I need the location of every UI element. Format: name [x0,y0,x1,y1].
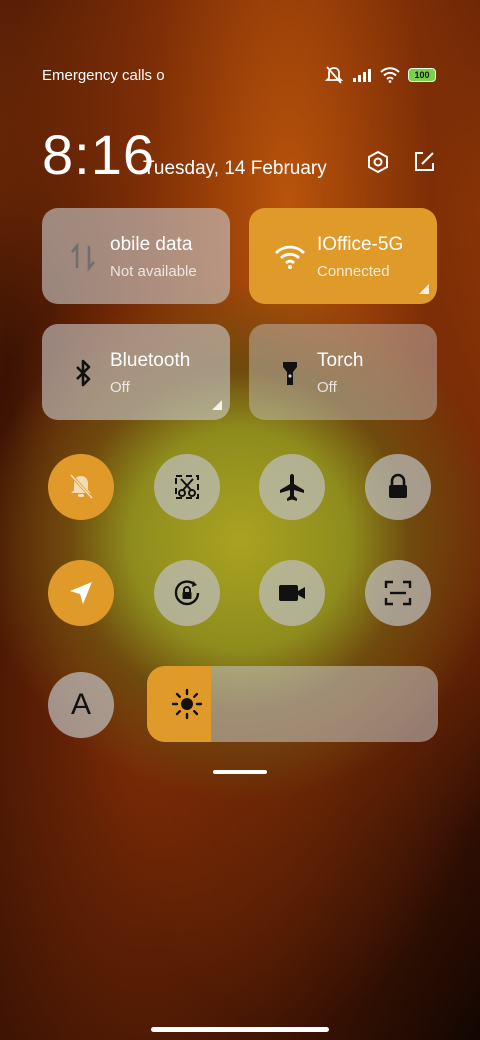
tile-bluetooth[interactable]: Bluetooth Off [42,324,230,420]
scan-icon [384,580,412,606]
torch-icon [273,356,307,390]
location-arrow-icon [70,582,92,604]
toggle-screen-recorder[interactable] [259,560,325,626]
tile-subtitle: Connected [317,263,390,280]
bluetooth-icon [66,356,100,390]
edit-icon[interactable] [412,150,436,174]
brightness-slider[interactable] [147,666,438,742]
toggle-airplane-mode[interactable] [259,454,325,520]
tile-wifi[interactable]: IOffice-5G Connected [249,208,437,304]
silent-icon [324,66,344,84]
status-bar: Emergency calls o 100 [42,66,436,86]
battery-icon: 100 [408,68,436,82]
signal-icon [353,69,371,82]
tile-title: IOffice-5G [317,234,404,255]
toggle-scanner[interactable] [365,560,431,626]
rotation-lock-icon [174,580,200,606]
wifi-icon [273,240,307,274]
toggle-lock-screen[interactable] [365,454,431,520]
tile-subtitle: Off [110,379,130,396]
toggle-rotation-lock[interactable] [154,560,220,626]
sun-icon [171,688,203,720]
settings-hexagon-icon[interactable] [366,150,390,174]
bell-off-icon [69,473,94,500]
tile-torch[interactable]: Torch Off [249,324,437,420]
expand-corner-icon[interactable] [212,400,222,410]
video-camera-icon [279,585,305,601]
status-icons: 100 [324,66,436,84]
auto-brightness-label: A [70,688,91,721]
carrier-text: Emergency calls o [42,67,165,84]
toggle-location[interactable] [48,560,114,626]
lock-icon [389,473,407,498]
date[interactable]: Tuesday, 14 February [143,158,327,180]
tile-title: Bluetooth [110,350,191,371]
drag-handle[interactable] [213,770,267,774]
header-actions [366,150,436,174]
mobile-data-icon [66,240,100,274]
tile-mobile-data[interactable]: obile data Not available [42,208,230,304]
tile-title: Torch [317,350,364,371]
scissors-icon [175,475,199,499]
auto-brightness-button[interactable]: A [48,672,114,738]
home-indicator[interactable] [151,1027,329,1032]
toggle-screenshot[interactable] [154,454,220,520]
airplane-icon [280,474,304,501]
wifi-status-icon [380,67,400,83]
tile-title: obile data [110,234,193,255]
toggle-silent-mode[interactable] [48,454,114,520]
tile-subtitle: Off [317,379,337,396]
clock[interactable]: 8:16 [42,122,155,187]
tile-subtitle: Not available [110,263,197,280]
expand-corner-icon[interactable] [419,284,429,294]
